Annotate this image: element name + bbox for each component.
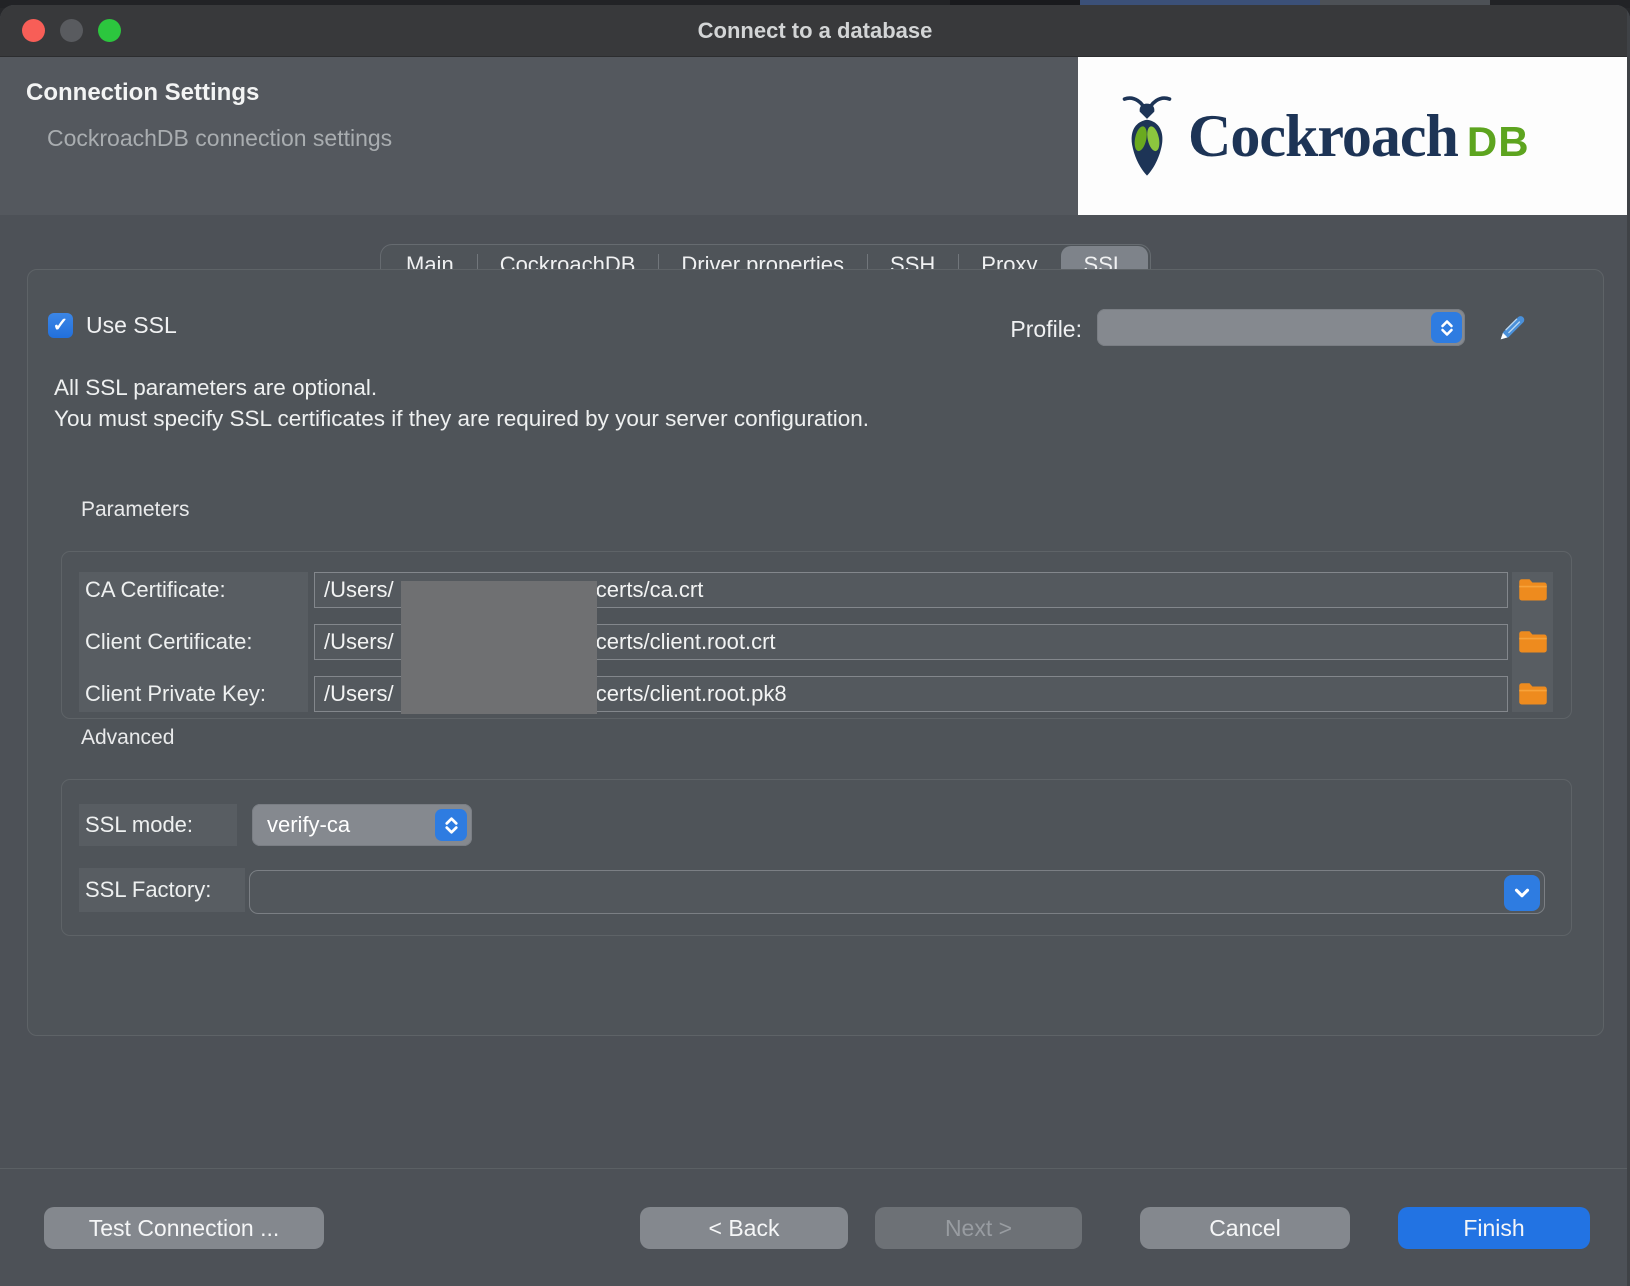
ssl-info-text: All SSL parameters are optional. You mus… <box>54 372 869 434</box>
info-line-1: All SSL parameters are optional. <box>54 372 869 403</box>
ssl-mode-label: SSL mode: <box>79 804 237 846</box>
client-certificate-label: Client Certificate: <box>79 624 253 660</box>
screen: Connect to a database Connection Setting… <box>0 0 1630 1286</box>
footer-divider <box>0 1168 1630 1169</box>
cockroach-bug-icon <box>1120 88 1174 184</box>
logo-brand-text: Cockroach <box>1188 102 1458 171</box>
test-connection-button[interactable]: Test Connection ... <box>44 1207 324 1249</box>
zoom-button[interactable] <box>98 19 121 42</box>
minimize-button[interactable] <box>60 19 83 42</box>
window-title: Connect to a database <box>0 5 1630 57</box>
ssl-factory-combo[interactable] <box>249 870 1545 914</box>
folder-icon <box>1518 682 1548 707</box>
page-subtitle: CockroachDB connection settings <box>47 125 392 152</box>
browse-client-certificate-button[interactable] <box>1517 628 1549 656</box>
parameters-groupbox: CA Certificate: /Users//certs/ca.crt Cli… <box>61 551 1572 719</box>
traffic-lights <box>22 19 121 42</box>
stepper-icon <box>435 809 467 841</box>
profile-label: Profile: <box>926 316 1082 343</box>
ssl-tab-panel: ✓ Use SSL Profile: <box>27 269 1604 1036</box>
logo-suffix-text: DB <box>1467 118 1530 166</box>
redaction-overlay <box>401 581 597 714</box>
use-ssl-checkbox[interactable]: ✓ <box>48 313 73 338</box>
folder-icon <box>1518 578 1548 603</box>
parameters-group-label: Parameters <box>81 498 190 522</box>
connect-dialog: Connect to a database Connection Setting… <box>0 5 1630 1286</box>
checkmark-icon: ✓ <box>53 314 69 337</box>
ssl-mode-select[interactable]: verify-ca <box>252 804 472 846</box>
ca-certificate-label: CA Certificate: <box>79 572 226 608</box>
page-title: Connection Settings <box>26 79 259 107</box>
folder-icon <box>1518 630 1548 655</box>
profile-select[interactable] <box>1097 309 1465 346</box>
chevron-down-icon <box>1511 882 1533 904</box>
advanced-groupbox: SSL mode: verify-ca SSL Factory: <box>61 779 1572 936</box>
stepper-icon <box>1431 312 1462 343</box>
ssl-factory-label: SSL Factory: <box>79 868 245 912</box>
finish-button[interactable]: Finish <box>1398 1207 1590 1249</box>
ssl-factory-dropdown-button[interactable] <box>1504 875 1540 911</box>
back-button[interactable]: < Back <box>640 1207 848 1249</box>
pencil-icon <box>1495 311 1529 345</box>
dialog-header: Connection Settings CockroachDB connecti… <box>0 57 1630 215</box>
info-line-2: You must specify SSL certificates if the… <box>54 403 869 434</box>
cancel-button[interactable]: Cancel <box>1140 1207 1350 1249</box>
titlebar: Connect to a database <box>0 5 1630 57</box>
close-button[interactable] <box>22 19 45 42</box>
next-button[interactable]: Next > <box>875 1207 1082 1249</box>
browse-client-private-key-button[interactable] <box>1517 680 1549 708</box>
cockroachdb-logo: Cockroach DB <box>1078 57 1630 215</box>
use-ssl-label: Use SSL <box>86 312 177 339</box>
edit-profile-button[interactable] <box>1493 309 1531 347</box>
advanced-group-label: Advanced <box>81 726 174 750</box>
ssl-mode-value: verify-ca <box>267 804 350 846</box>
browse-ca-certificate-button[interactable] <box>1517 576 1549 604</box>
client-private-key-label: Client Private Key: <box>79 676 266 712</box>
